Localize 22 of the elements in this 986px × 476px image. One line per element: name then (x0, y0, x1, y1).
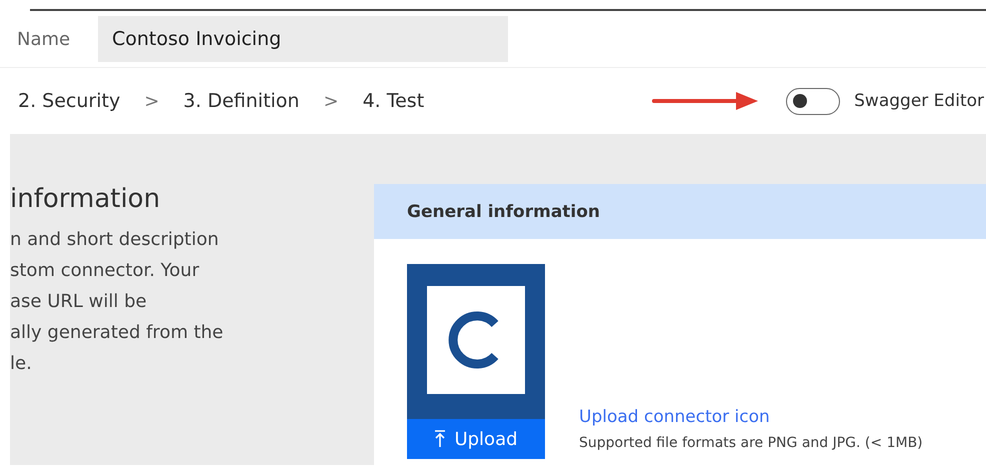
name-field[interactable]: Contoso Invoicing (98, 16, 508, 62)
description-text: n and short description (10, 228, 220, 252)
field-label: Name (17, 28, 72, 50)
toggle-switch[interactable] (786, 88, 840, 114)
section-heading: information (10, 184, 162, 214)
upload-link[interactable]: Upload connector icon (579, 407, 923, 427)
description-text: stom connector. Your (10, 259, 200, 283)
connector-logo-icon (427, 286, 525, 394)
description-text: ase URL will be (10, 290, 148, 314)
chevron-icon: > (323, 90, 339, 112)
card-header: General information (374, 184, 986, 239)
description-text: le. (10, 352, 33, 376)
step-tab[interactable]: 3. Definition (183, 90, 300, 112)
format-note: Supported file formats are PNG and JPG. (< 1MB) (579, 435, 923, 451)
arrow-icon (652, 91, 760, 111)
upload-button[interactable]: Upload (407, 419, 545, 459)
step-tab[interactable]: 2. Security (18, 90, 120, 112)
toggle-label: Swagger Editor (854, 91, 984, 111)
chevron-icon: > (144, 90, 160, 112)
step-tab[interactable]: 4. Test (362, 90, 424, 112)
upload-icon (434, 430, 446, 448)
description-text: ally generated from the (10, 321, 224, 345)
